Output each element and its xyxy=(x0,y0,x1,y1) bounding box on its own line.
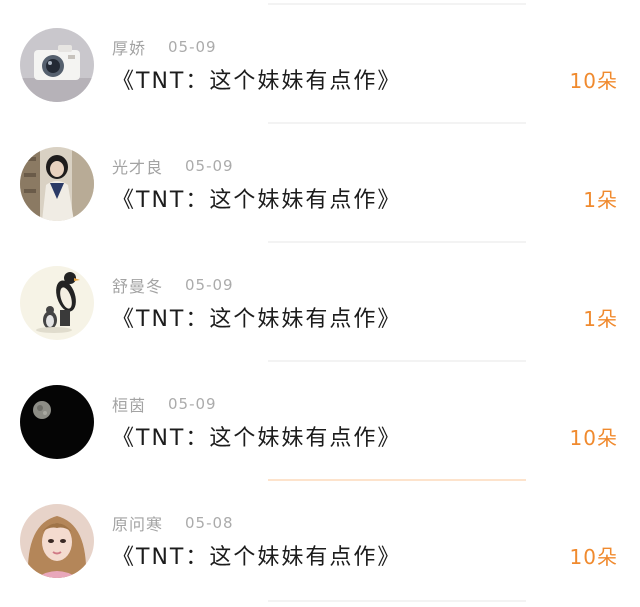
username[interactable]: 光才良 xyxy=(112,154,163,178)
book-title[interactable]: 《TNT：这个妹妹有点作》 xyxy=(112,538,401,572)
gift-date: 05-08 xyxy=(185,514,234,532)
flower-count: 1朵 xyxy=(583,306,618,331)
username[interactable]: 厚娇 xyxy=(112,35,146,59)
gift-date: 05-09 xyxy=(185,276,234,294)
gift-meta: 桓茵 05-09 xyxy=(112,392,217,416)
gift-meta: 原问寒 05-08 xyxy=(112,511,234,535)
book-title[interactable]: 《TNT：这个妹妹有点作》 xyxy=(112,419,401,453)
username[interactable]: 舒曼冬 xyxy=(112,273,163,297)
flower-count: 10朵 xyxy=(569,425,618,450)
book-title[interactable]: 《TNT：这个妹妹有点作》 xyxy=(112,300,401,334)
list-item[interactable]: 桓茵 05-09 《TNT：这个妹妹有点作》 10朵 xyxy=(0,357,640,476)
gift-meta: 光才良 05-09 xyxy=(112,154,234,178)
gift-date: 05-09 xyxy=(168,38,217,56)
gift-meta: 厚娇 05-09 xyxy=(112,35,217,59)
camera-photo-icon[interactable] xyxy=(20,28,94,102)
penguin-icon[interactable] xyxy=(20,266,94,340)
flower-count: 10朵 xyxy=(569,544,618,569)
divider xyxy=(268,600,526,602)
list-item[interactable]: 厚娇 05-09 《TNT：这个妹妹有点作》 10朵 xyxy=(0,0,640,119)
list-item[interactable]: 原问寒 05-08 《TNT：这个妹妹有点作》 10朵 xyxy=(0,476,640,595)
gift-date: 05-09 xyxy=(168,395,217,413)
book-title[interactable]: 《TNT：这个妹妹有点作》 xyxy=(112,181,401,215)
gift-meta: 舒曼冬 05-09 xyxy=(112,273,234,297)
selfie-photo-icon[interactable] xyxy=(20,504,94,578)
flower-count: 1朵 xyxy=(583,187,618,212)
list-item[interactable]: 舒曼冬 05-09 《TNT：这个妹妹有点作》 1朵 xyxy=(0,238,640,357)
gift-date: 05-09 xyxy=(185,157,234,175)
moon-icon[interactable] xyxy=(20,385,94,459)
gift-list: 厚娇 05-09 《TNT：这个妹妹有点作》 10朵 光才良 05-09 《TN… xyxy=(0,0,640,607)
username[interactable]: 原问寒 xyxy=(112,511,163,535)
username[interactable]: 桓茵 xyxy=(112,392,146,416)
flower-count: 10朵 xyxy=(569,68,618,93)
girl-photo-icon[interactable] xyxy=(20,147,94,221)
book-title[interactable]: 《TNT：这个妹妹有点作》 xyxy=(112,62,401,96)
list-item[interactable]: 光才良 05-09 《TNT：这个妹妹有点作》 1朵 xyxy=(0,119,640,238)
